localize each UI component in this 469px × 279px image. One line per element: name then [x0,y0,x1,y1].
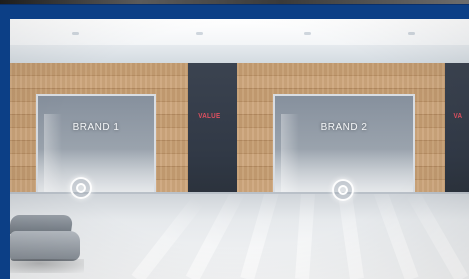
floor-light-stripe [336,194,364,279]
dark-wall-panel [188,63,237,194]
brand-logo-mark: VALUE [198,113,221,120]
booth-label: BRAND 1 [72,122,120,133]
booth-brand-1[interactable]: BRAND 1 [36,94,156,194]
ceiling-light [196,32,203,35]
sofa-icon [10,215,84,277]
door-floor-glow [38,148,154,192]
target-ring-icon[interactable] [70,177,92,199]
ceiling-light [304,32,311,35]
brand-logo-mark: VA [453,113,463,120]
booth-label: BRAND 2 [320,122,368,133]
ceiling [10,19,469,46]
sofa-shadow [10,259,84,273]
floor-light-stripe [405,194,469,279]
floor-light-stripe [295,194,316,279]
hotspot-center [76,183,86,193]
target-ring-icon[interactable] [332,179,354,201]
ceiling-light [72,32,79,35]
virtual-showroom-view[interactable]: VALUE VA BRAND 1 BRAND 2 [10,19,469,279]
hotspot-center [338,185,348,195]
dark-wall-panel [445,63,469,194]
sofa-seat [10,231,80,261]
floor-light-stripe [240,194,282,279]
ceiling-light [408,32,415,35]
ceiling-soffit [10,45,469,63]
